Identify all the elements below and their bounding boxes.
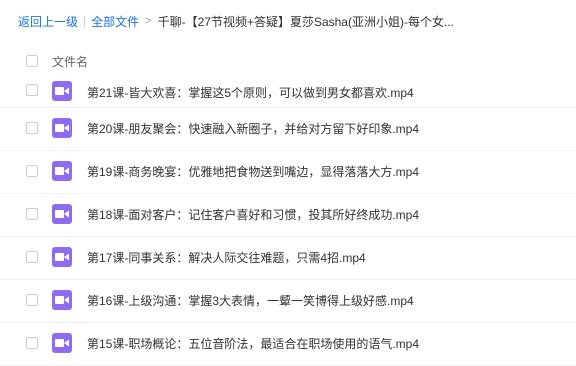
file-row[interactable]: 第16课-上级沟通：掌握3大表情，一颦一笑博得上级好感.mp4 [0, 280, 576, 323]
file-name[interactable]: 第15课-职场概论：五位音阶法，最适合在职场使用的语气.mp4 [87, 335, 419, 352]
file-checkbox[interactable] [26, 251, 38, 263]
column-file-name[interactable]: 文件名 [52, 53, 88, 70]
chevron-right-icon: > [145, 15, 152, 27]
file-list-header: 文件名 [0, 48, 576, 74]
file-name[interactable]: 第19课-商务晚宴：优雅地把食物送到嘴边，显得落落大方.mp4 [87, 163, 419, 180]
file-checkbox[interactable] [26, 122, 38, 134]
file-name[interactable]: 第21课-皆大欢喜：掌握这5个原则，可以做到男女都喜欢.mp4 [87, 84, 414, 101]
video-file-icon [52, 333, 72, 353]
file-name[interactable]: 第16课-上级沟通：掌握3大表情，一颦一笑博得上级好感.mp4 [87, 292, 414, 309]
file-list: 第21课-皆大欢喜：掌握这5个原则，可以做到男女都喜欢.mp4 第20课-朋友聚… [0, 74, 576, 366]
video-file-icon [52, 161, 72, 181]
video-file-icon [52, 118, 72, 138]
breadcrumb: 返回上一级 | 全部文件 > 千聊-【27节视频+答疑】夏莎Sasha(亚洲小姐… [18, 10, 454, 32]
video-file-icon [52, 290, 72, 310]
file-name[interactable]: 第18课-面对客户：记住客户喜好和习惯，投其所好终成功.mp4 [87, 206, 419, 223]
breadcrumb-divider: | [83, 14, 87, 28]
file-checkbox[interactable] [26, 208, 38, 220]
file-row[interactable]: 第19课-商务晚宴：优雅地把食物送到嘴边，显得落落大方.mp4 [0, 151, 576, 194]
video-file-icon [52, 204, 72, 224]
file-name[interactable]: 第17课-同事关系：解决人际交往难题，只需4招.mp4 [87, 249, 366, 266]
all-files-link[interactable]: 全部文件 [91, 13, 139, 30]
file-checkbox[interactable] [26, 84, 38, 96]
file-checkbox[interactable] [26, 337, 38, 349]
file-row[interactable]: 第21课-皆大欢喜：掌握这5个原则，可以做到男女都喜欢.mp4 [0, 74, 576, 108]
file-name[interactable]: 第20课-朋友聚会：快速融入新圈子，并给对方留下好印象.mp4 [87, 120, 419, 137]
video-file-icon [52, 81, 72, 101]
video-file-icon [52, 247, 72, 267]
file-checkbox[interactable] [26, 165, 38, 177]
select-all-checkbox[interactable] [26, 55, 38, 67]
file-checkbox[interactable] [26, 294, 38, 306]
back-link[interactable]: 返回上一级 [18, 13, 78, 30]
file-row[interactable]: 第15课-职场概论：五位音阶法，最适合在职场使用的语气.mp4 [0, 323, 576, 366]
file-row[interactable]: 第17课-同事关系：解决人际交往难题，只需4招.mp4 [0, 237, 576, 280]
current-folder: 千聊-【27节视频+答疑】夏莎Sasha(亚洲小姐)-每个女... [157, 14, 454, 29]
file-row[interactable]: 第18课-面对客户：记住客户喜好和习惯，投其所好终成功.mp4 [0, 194, 576, 237]
file-row[interactable]: 第20课-朋友聚会：快速融入新圈子，并给对方留下好印象.mp4 [0, 108, 576, 151]
